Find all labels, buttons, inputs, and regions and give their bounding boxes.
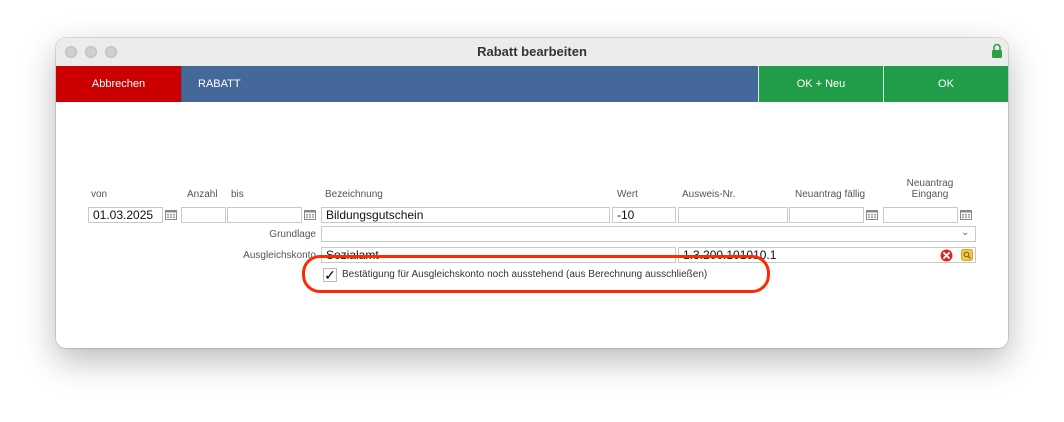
- lock-icon: [992, 43, 1002, 58]
- chevron-down-icon[interactable]: ⌄: [961, 227, 969, 238]
- anzahl-field[interactable]: [181, 207, 226, 223]
- neuantrag-eingang-field[interactable]: [883, 207, 958, 223]
- column-label-anzahl: Anzahl: [187, 189, 218, 200]
- column-label-wert: Wert: [617, 189, 638, 200]
- grundlage-select[interactable]: [321, 226, 976, 242]
- column-label-ausweis: Ausweis-Nr.: [682, 189, 736, 200]
- dialog-window: Rabatt bearbeiten Abbrechen RABATT OK + …: [56, 38, 1008, 348]
- grundlage-label: Grundlage: [269, 229, 316, 240]
- calendar-icon[interactable]: [165, 209, 177, 220]
- annotation-highlight: [302, 255, 770, 293]
- section-header: RABATT: [181, 66, 758, 102]
- title-bar: Rabatt bearbeiten: [56, 38, 1008, 67]
- column-label-bis: bis: [231, 189, 244, 200]
- calendar-icon[interactable]: [960, 209, 972, 220]
- bezeichnung-field[interactable]: Bildungsgutschein: [321, 207, 610, 223]
- column-label-von: von: [91, 189, 108, 200]
- column-label-neuantrag-faellig: Neuantrag fällig: [795, 189, 866, 200]
- cancel-button[interactable]: Abbrechen: [56, 66, 181, 102]
- calendar-icon[interactable]: [866, 209, 878, 220]
- von-date-field[interactable]: 01.03.2025: [88, 207, 163, 223]
- column-label-neuantrag-eingang: Neuantrag Eingang: [906, 178, 954, 200]
- calendar-icon[interactable]: [304, 209, 316, 220]
- ausgleichskonto-label: Ausgleichskonto: [243, 250, 316, 261]
- wert-field[interactable]: -10: [612, 207, 676, 223]
- window-title: Rabatt bearbeiten: [477, 44, 587, 59]
- ausweis-nr-field[interactable]: [678, 207, 788, 223]
- neuantrag-faellig-field[interactable]: [789, 207, 864, 223]
- column-label-bezeichnung: Bezeichnung: [325, 189, 383, 200]
- lookup-icon[interactable]: [961, 249, 973, 261]
- toolbar: Abbrechen RABATT OK + Neu OK: [56, 66, 1008, 102]
- clear-icon[interactable]: [940, 249, 953, 262]
- ok-button[interactable]: OK: [883, 66, 1008, 102]
- bis-date-field[interactable]: [227, 207, 302, 223]
- ok-new-button[interactable]: OK + Neu: [758, 66, 883, 102]
